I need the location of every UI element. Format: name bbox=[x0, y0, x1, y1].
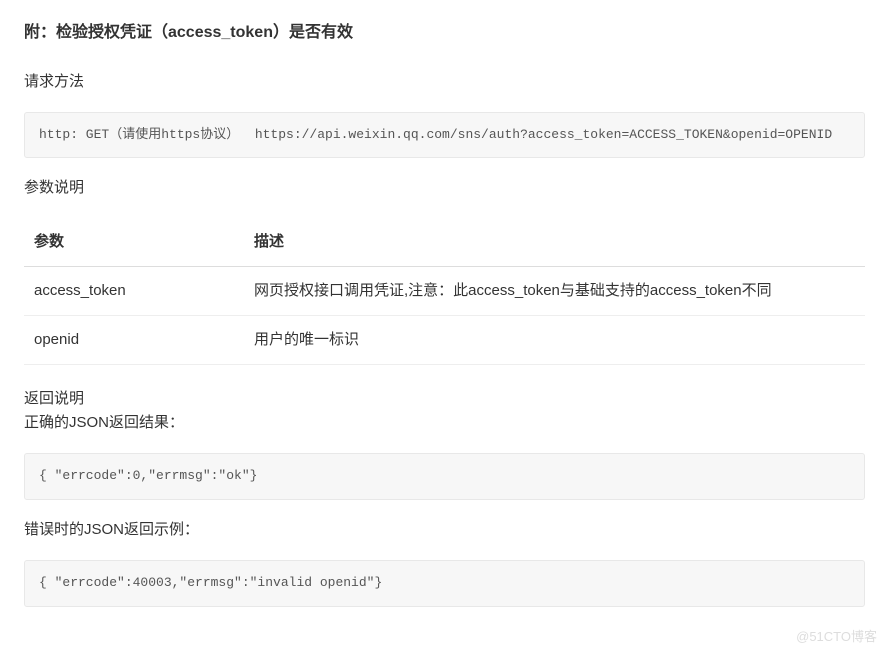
table-header-desc: 描述 bbox=[244, 218, 865, 267]
table-cell-desc: 网页授权接口调用凭证,注意：此access_token与基础支持的access_… bbox=[244, 267, 865, 316]
return-correct-code-block: { "errcode":0,"errmsg":"ok"} bbox=[24, 453, 865, 500]
params-table: 参数 描述 access_token 网页授权接口调用凭证,注意：此access… bbox=[24, 218, 865, 365]
table-cell-desc: 用户的唯一标识 bbox=[244, 316, 865, 365]
return-heading: 返回说明 bbox=[24, 387, 865, 411]
table-header-row: 参数 描述 bbox=[24, 218, 865, 267]
watermark: @51CTO博客 bbox=[796, 627, 877, 648]
return-section: 返回说明 正确的JSON返回结果： bbox=[24, 387, 865, 435]
table-cell-param: access_token bbox=[24, 267, 244, 316]
section-title: 附：检验授权凭证（access_token）是否有效 bbox=[24, 20, 865, 46]
request-code-block: http: GET（请使用https协议） https://api.weixin… bbox=[24, 112, 865, 159]
return-correct-heading: 正确的JSON返回结果： bbox=[24, 411, 865, 435]
table-row: access_token 网页授权接口调用凭证,注意：此access_token… bbox=[24, 267, 865, 316]
return-error-heading: 错误时的JSON返回示例： bbox=[24, 518, 865, 542]
params-heading: 参数说明 bbox=[24, 176, 865, 200]
table-header-param: 参数 bbox=[24, 218, 244, 267]
request-method-heading: 请求方法 bbox=[24, 70, 865, 94]
table-row: openid 用户的唯一标识 bbox=[24, 316, 865, 365]
table-cell-param: openid bbox=[24, 316, 244, 365]
return-error-code-block: { "errcode":40003,"errmsg":"invalid open… bbox=[24, 560, 865, 607]
